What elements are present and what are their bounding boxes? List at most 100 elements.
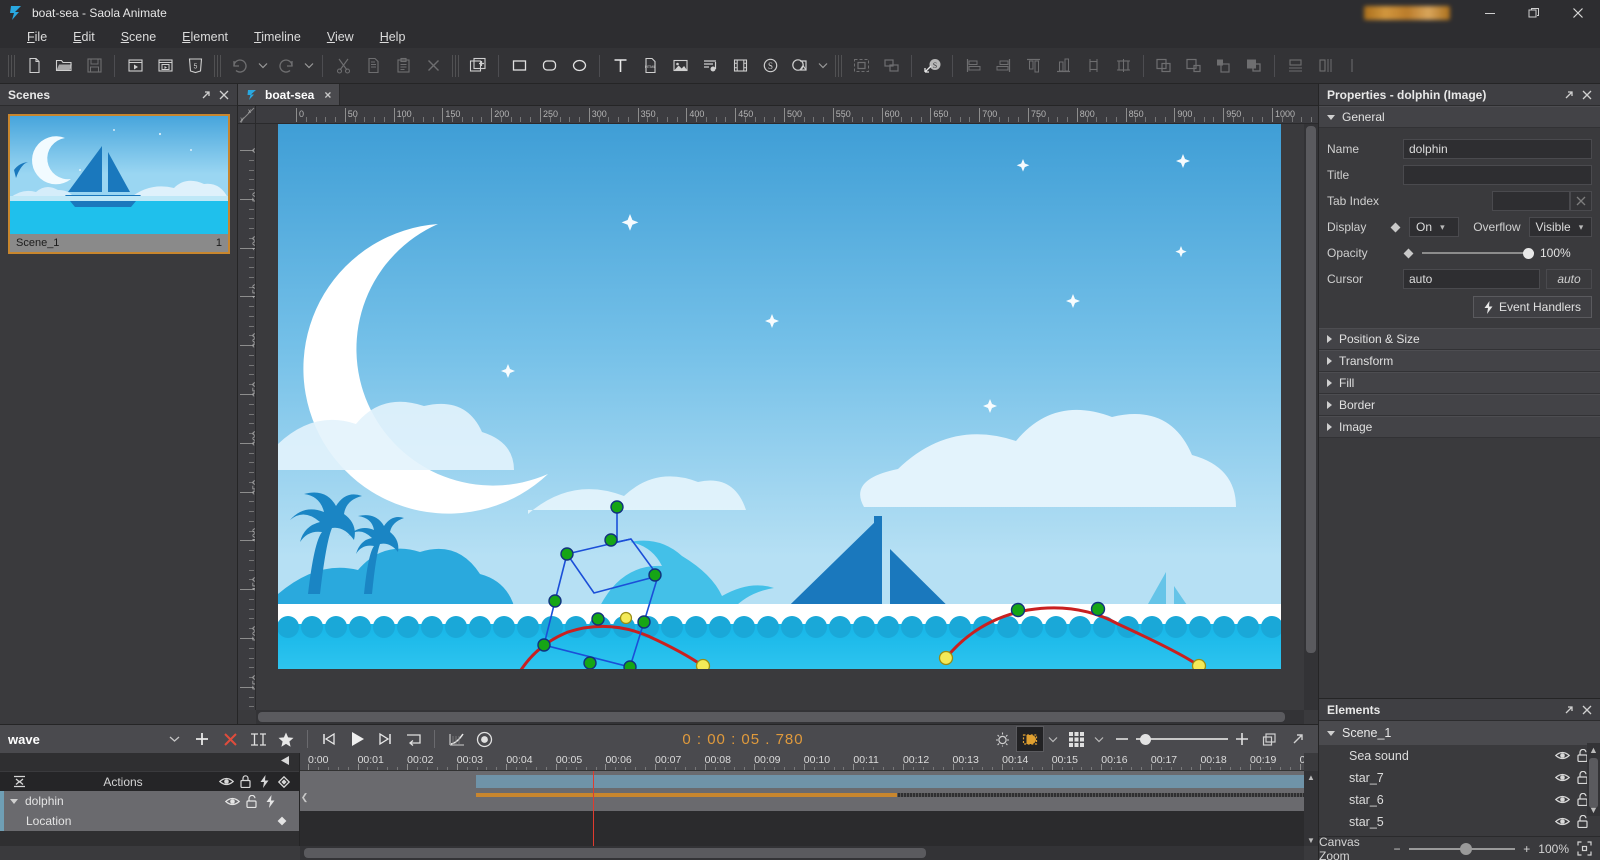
insert-audio-button[interactable] [695, 52, 725, 80]
toolbar-grip-3[interactable] [452, 54, 460, 77]
elements-scene-row[interactable]: Scene_1 [1319, 721, 1600, 745]
toolbar-grip[interactable] [8, 54, 16, 77]
lightning-bolt-icon[interactable] [255, 775, 274, 788]
track-header-dolphin[interactable]: dolphin [0, 791, 299, 811]
onion-skin-icon[interactable] [988, 726, 1016, 752]
timeline-name-dropdown[interactable] [160, 726, 188, 752]
display-select[interactable]: On ▾ [1409, 217, 1460, 237]
eye-icon[interactable] [217, 776, 236, 787]
clear-x-icon[interactable] [1570, 191, 1592, 211]
grid-icon[interactable] [1062, 726, 1090, 752]
timeline-ruler[interactable]: 0:00 00:01 00:02 00:03 00:04 00:05 00:06 00:07 0… [300, 753, 1304, 771]
snap-dropdown[interactable] [1090, 726, 1108, 752]
section-image[interactable]: Image [1319, 416, 1600, 438]
zoom-out-button[interactable]: − [1393, 842, 1400, 856]
preview-document-button[interactable] [150, 52, 180, 80]
insert-ellipse-button[interactable] [564, 52, 594, 80]
menu-scene[interactable]: Scene [108, 27, 169, 47]
preview-scene-button[interactable] [120, 52, 150, 80]
rename-it-icon[interactable] [244, 726, 272, 752]
zoom-out-button[interactable] [1108, 726, 1136, 752]
unlock-icon[interactable] [1572, 815, 1592, 828]
element-row-star-5[interactable]: star_5 [1319, 811, 1600, 833]
insert-text-button[interactable] [605, 52, 635, 80]
section-general[interactable]: General [1319, 106, 1600, 128]
insert-html-button[interactable]: HTML [635, 52, 665, 80]
elements-scrollbar[interactable]: ▲ ▼ [1587, 743, 1600, 816]
pop-out-icon[interactable] [1560, 86, 1578, 104]
loop-icon[interactable] [399, 726, 427, 752]
play-button[interactable] [343, 726, 371, 752]
track-header-location[interactable]: Location [0, 811, 299, 831]
cursor-field[interactable]: auto [1403, 269, 1540, 289]
section-fill[interactable]: Fill [1319, 372, 1600, 394]
scene-thumbnail-card[interactable]: Scene_1 1 [8, 114, 230, 254]
insert-symbol-button[interactable]: S [755, 52, 785, 80]
menu-timeline[interactable]: Timeline [241, 27, 314, 47]
timeline-playhead[interactable] [593, 771, 595, 846]
track-bar-dolphin[interactable] [475, 775, 1304, 788]
event-handlers-button[interactable]: Event Handlers [1472, 296, 1592, 318]
close-x-icon[interactable] [1578, 86, 1596, 104]
opacity-slider[interactable] [1422, 243, 1534, 263]
menu-element[interactable]: Element [169, 27, 241, 47]
eye-icon[interactable] [1552, 772, 1572, 783]
menu-edit[interactable]: Edit [60, 27, 108, 47]
element-row-sea-sound[interactable]: Sea sound [1319, 745, 1600, 767]
unlock-icon[interactable] [242, 794, 261, 808]
element-row-star-7[interactable]: star_7 [1319, 767, 1600, 789]
close-x-icon[interactable]: × [324, 88, 331, 102]
open-document-button[interactable] [49, 52, 79, 80]
maximize-button[interactable] [1512, 0, 1556, 26]
add-scene-button[interactable] [463, 52, 493, 80]
document-tab-boat-sea[interactable]: boat-sea × [238, 84, 341, 105]
zoom-in-button[interactable] [1228, 726, 1256, 752]
lightning-bolt-icon[interactable] [261, 794, 280, 808]
export-html5-button[interactable]: 5 [180, 52, 210, 80]
track-bar-location[interactable] [475, 793, 898, 797]
insert-rectangle-button[interactable] [504, 52, 534, 80]
record-circle-icon[interactable] [470, 726, 498, 752]
pop-out-icon[interactable] [1560, 701, 1578, 719]
keyframe-diamond-icon[interactable] [274, 775, 293, 788]
cursor-default-tag[interactable]: auto [1546, 269, 1592, 289]
go-to-start-button[interactable] [315, 726, 343, 752]
insert-svg-button[interactable] [785, 52, 815, 80]
minimize-button[interactable] [1468, 0, 1512, 26]
elements-tree[interactable]: Scene_1 Sea sound star_7 star_6 star_5 ▲… [1319, 721, 1600, 838]
eye-icon[interactable] [1552, 816, 1572, 827]
overflow-select[interactable]: Visible ▾ [1528, 217, 1592, 237]
delete-timeline-button[interactable] [216, 726, 244, 752]
close-x-icon[interactable] [1578, 701, 1596, 719]
pop-out-icon[interactable] [1284, 726, 1312, 752]
go-to-end-button[interactable] [371, 726, 399, 752]
timeline-zoom-slider[interactable] [1136, 730, 1228, 748]
new-document-button[interactable] [19, 52, 49, 80]
close-x-icon[interactable] [215, 86, 233, 104]
timeline-horizontal-scrollbar[interactable] [300, 846, 1304, 860]
menu-help[interactable]: Help [367, 27, 419, 47]
section-position-size[interactable]: Position & Size [1319, 328, 1600, 350]
chevron-down-icon[interactable] [10, 798, 18, 804]
section-transform[interactable]: Transform [1319, 350, 1600, 372]
insert-rounded-rectangle-button[interactable] [534, 52, 564, 80]
canvas-horizontal-scrollbar[interactable] [256, 710, 1304, 724]
star-icon[interactable] [272, 726, 300, 752]
add-timeline-button[interactable] [188, 726, 216, 752]
canvas-zoom-slider[interactable] [1408, 840, 1516, 858]
section-border[interactable]: Border [1319, 394, 1600, 416]
toolbar-grip-4[interactable] [835, 54, 843, 77]
menu-view[interactable]: View [314, 27, 367, 47]
collapse-all-icon[interactable] [10, 775, 29, 788]
timeline-vertical-scrollbar[interactable]: ▲ ▼ [1304, 771, 1318, 846]
eye-icon[interactable] [1552, 750, 1572, 761]
pop-out-icon[interactable] [197, 86, 215, 104]
eye-icon[interactable] [223, 796, 242, 807]
zoom-in-button[interactable]: + [1523, 842, 1530, 856]
insert-video-button[interactable] [725, 52, 755, 80]
convert-to-symbol-button[interactable]: S [917, 52, 947, 80]
close-button[interactable] [1556, 0, 1600, 26]
opacity-keyframe-icon[interactable] [1403, 248, 1414, 258]
toolbar-grip-2[interactable] [214, 54, 222, 77]
menu-file[interactable]: File [14, 27, 60, 47]
